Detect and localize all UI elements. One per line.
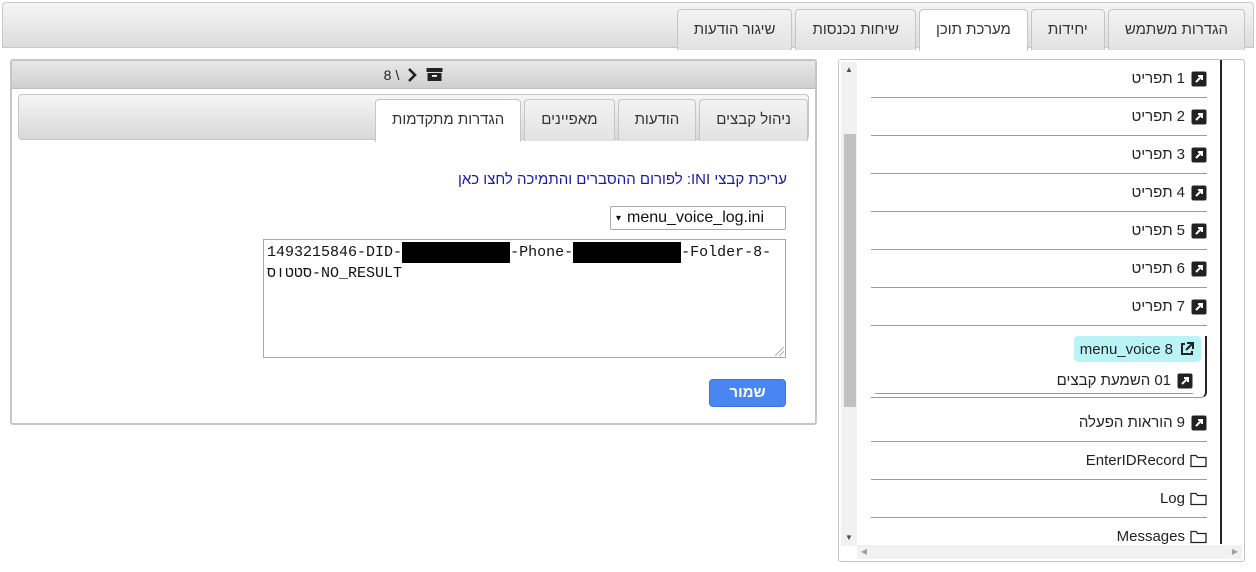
folder-settings-panel: 8 \ ניהול קבצים הודעות מאפיינים הגדרות מ… [10,59,817,425]
tree-item-number: 5 [1176,222,1185,239]
top-tab-bar: הגדרות משתמש יחידות מערכת תוכן שיחות נכנ… [2,2,1254,51]
tree-item-number: 7 [1176,298,1185,315]
ini-file-select[interactable]: ▾ menu_voice_log.ini [610,206,786,230]
tree-item[interactable]: EnterIDRecord [871,442,1207,480]
ini-edit-label: עריכת קבצי INI: [686,171,787,188]
tree-item[interactable]: Log [871,480,1207,518]
shortcut-icon [1176,372,1193,389]
archive-icon[interactable] [425,67,443,83]
tree-item-label: Messages [1116,528,1185,545]
tree-item-number: 2 [1176,108,1185,125]
tree-item[interactable]: 5 תפריט [871,212,1207,250]
horizontal-scrollbar[interactable]: ◀ ▶ [857,545,1242,559]
tree-item-label: תפריט [1131,184,1173,201]
panel-header: 8 \ [12,61,815,89]
folder-number: 8 [383,66,392,83]
tree-item-number: 3 [1176,146,1185,163]
tree-item-number: 1 [1176,70,1185,87]
log-text-line2: סטטוס-NO_RESULT [267,265,403,282]
shortcut-icon [1190,108,1207,125]
tree-item-number: 4 [1176,184,1185,201]
tree-item-label: תפריט [1131,108,1173,125]
tree-item[interactable]: 9 הוראות הפעלה [871,404,1207,442]
shortcut-icon [1190,298,1207,315]
inner-tab-bar: ניהול קבצים הודעות מאפיינים הגדרות מתקדמ… [18,94,809,142]
tab-send-messages[interactable]: שיגור הודעות [676,9,793,50]
scroll-left-icon[interactable]: ◀ [857,545,871,559]
chevron-right-icon[interactable] [403,67,421,83]
tree-item-selected[interactable]: 8 menu_voice [1073,336,1201,362]
tab-units[interactable]: יחידות [1030,9,1105,50]
path-separator: \ [395,66,400,83]
tree-item[interactable]: 2 תפריט [871,98,1207,136]
scroll-right-icon[interactable]: ▶ [1228,545,1242,559]
folder-icon [1190,528,1207,545]
tree-item[interactable]: 3 תפריט [871,136,1207,174]
tab-user-settings[interactable]: הגדרות משתמש [1107,9,1245,50]
tree-item-label: תפריט [1131,222,1173,239]
scroll-up-icon[interactable]: ▲ [841,62,857,78]
forum-link[interactable]: לפורום ההסברים והתמיכה לחצו כאן [458,171,683,188]
redacted-did: XXXXXXXXXXXX [402,242,511,263]
ini-content-textarea[interactable]: 1493215846-DID-XXXXXXXXXXXX-Phone-XXXXXX… [263,239,786,358]
tree-guide-line [1220,60,1222,544]
tree-item-label: תפריט [1131,260,1173,277]
tree-item-label: הוראות הפעלה [1078,414,1173,431]
folder-icon [1190,490,1207,507]
ini-file-select-value: menu_voice_log.ini [627,209,765,226]
tab-messages[interactable]: הודעות [617,99,697,141]
tab-file-management[interactable]: ניהול קבצים [699,99,808,141]
folder-icon [1190,452,1207,469]
tree-item[interactable]: 6 תפריט [871,250,1207,288]
scrollbar-thumb[interactable] [844,134,856,407]
redacted-phone: XXXXXXXXXXXX [573,242,682,263]
shortcut-icon [1190,146,1207,163]
tree-item-child[interactable]: 01 השמעת קבצים [875,368,1193,394]
ini-help-line: עריכת קבצי INI: לפורום ההסברים והתמיכה ל… [458,171,787,188]
resize-handle[interactable] [775,347,784,356]
shortcut-icon [1190,70,1207,87]
shortcut-icon [1190,222,1207,239]
tree-item-label: תפריט [1131,70,1173,87]
chevron-down-icon: ▾ [616,212,622,224]
vertical-scrollbar[interactable]: ▲ ▼ [841,62,857,546]
log-text-part: -Folder-8- [681,244,772,261]
tree-item[interactable]: 7 תפריט [871,288,1207,326]
tree-item[interactable]: 4 תפריט [871,174,1207,212]
content-tree-panel: ▲ ▼ 1 תפריט 2 תפריט 3 תפריט 4 תפריט 5 תפריט 6 תפריט… [838,59,1245,562]
tree-item-label: Log [1159,490,1185,507]
external-link-icon [1178,341,1195,358]
tree-item[interactable]: 1 תפריט [871,60,1207,98]
top-tabs: הגדרות משתמש יחידות מערכת תוכן שיחות נכנ… [676,9,1245,51]
tree-item-number: 9 [1176,414,1185,431]
tree-item-label: EnterIDRecord [1085,452,1185,469]
tab-content-system[interactable]: מערכת תוכן [918,9,1028,51]
log-text-part: -Phone- [510,244,574,261]
inner-tabs: ניהול קבצים הודעות מאפיינים הגדרות מתקדמ… [375,99,808,142]
tree-node-expanded: 8 menu_voice 01 השמעת קבצים [871,336,1207,398]
scroll-down-icon[interactable]: ▼ [841,530,857,546]
save-button[interactable]: שמור [709,379,786,407]
tree-item-label: תפריט [1131,298,1173,315]
tab-incoming-calls[interactable]: שיחות נכנסות [795,9,916,50]
tab-properties[interactable]: מאפיינים [524,99,615,141]
tree-item-number: 6 [1176,260,1185,277]
log-text-part: 1493215846-DID- [267,244,403,261]
shortcut-icon [1190,260,1207,277]
tree-item-label: תפריט [1131,146,1173,163]
shortcut-icon [1190,184,1207,201]
shortcut-icon [1190,414,1207,431]
tab-advanced-settings[interactable]: הגדרות מתקדמות [375,99,522,142]
